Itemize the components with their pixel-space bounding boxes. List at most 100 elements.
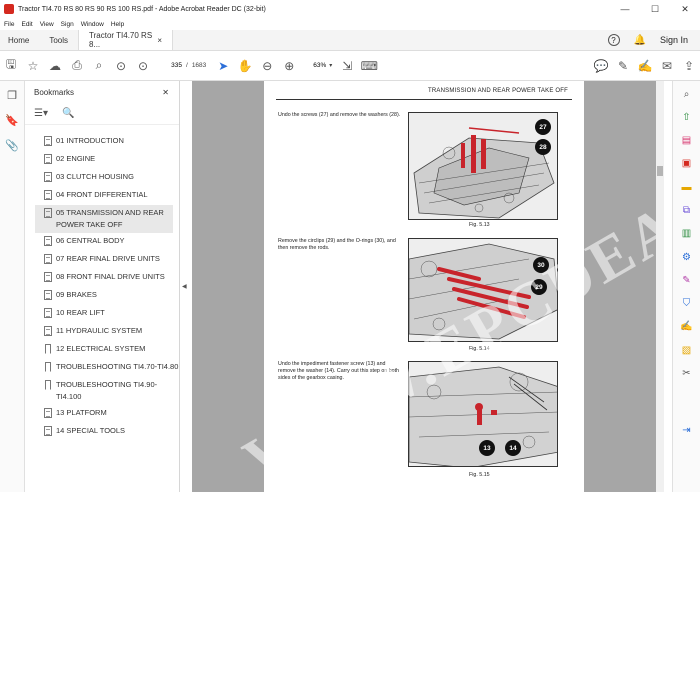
document-viewport[interactable]: TRANSMISSION AND REAR POWER TAKE OFF Und… [192,81,656,492]
comment-tool-icon[interactable]: ▬ [680,180,694,194]
scan-ocr-icon[interactable]: ⚙ [680,250,694,264]
right-tools-rail: ⌕ ⇧ ▤ ▣ ▬ ⧉ ▥ ⚙ ✎ ⛉ ✍ ▧ ✂ ⇥ [672,81,700,492]
bookmark-item[interactable]: 10 REAR LIFT [25,305,179,323]
bookmark-item[interactable]: 03 CLUTCH HOUSING [25,169,179,187]
tab-document[interactable]: Tractor TI4.70 RS 8... × [78,30,174,50]
close-window-button[interactable]: ✕ [670,4,700,15]
save-icon[interactable]: 🖫 [0,51,22,81]
fit-page-icon[interactable]: ⇲ [336,51,358,81]
find-bookmark-icon[interactable]: 🔍 [62,108,74,119]
zoom-out-icon[interactable]: ⊖ [256,51,278,81]
figure-caption: Fig. 5.15 [469,472,490,478]
keyboard-icon[interactable]: ⌨ [358,51,380,81]
bookmark-icon [44,380,52,390]
pen-icon[interactable]: ✎ [612,51,634,81]
page-separator: / [186,62,188,69]
create-pdf-icon[interactable]: ▣ [680,157,694,171]
bookmark-item[interactable]: 01 INTRODUCTION [25,133,179,151]
bookmark-item[interactable]: 09 BRAKES [25,287,179,305]
sign-in-link[interactable]: Sign In [660,35,688,45]
bookmark-item[interactable]: TROUBLESHOOTING TI4.70-TI4.80 [25,359,179,377]
bookmark-item[interactable]: TROUBLESHOOTING TI4.90-TI4.100 [25,377,179,405]
comment-icon[interactable]: 💬 [590,51,612,81]
share-icon[interactable]: ⇪ [678,51,700,81]
bookmark-label: TROUBLESHOOTING TI4.70-TI4.80 [56,362,179,371]
tab-tools[interactable]: Tools [39,30,78,50]
bookmark-label: 01 INTRODUCTION [56,136,124,145]
bookmark-item[interactable]: 13 PLATFORM [25,405,179,423]
bookmark-page-icon [44,326,52,336]
bookmark-label: TROUBLESHOOTING TI4.90-TI4.100 [56,380,158,401]
sign-icon[interactable]: ✍ [634,51,656,81]
expand-panel-icon[interactable]: ⇥ [680,424,694,438]
vertical-scrollbar[interactable] [656,81,664,492]
bookmark-item[interactable]: 02 ENGINE [25,151,179,169]
combine-files-icon[interactable]: ⧉ [680,203,694,217]
more-tools-icon[interactable]: ✂ [680,367,694,381]
bookmark-item[interactable]: 07 REAR FINAL DRIVE UNITS [25,251,179,269]
select-cursor-icon[interactable]: ➤ [212,51,234,81]
bookmarks-close-button[interactable]: ✕ [162,88,169,97]
fill-sign-icon[interactable]: ✎ [680,273,694,287]
bookmark-item[interactable]: 04 FRONT DIFFERENTIAL [25,187,179,205]
callout-badge: 27 [535,119,551,135]
bookmark-item[interactable]: 08 FRONT FINAL DRIVE UNITS [25,269,179,287]
bookmark-page-icon [44,290,52,300]
bookmark-item[interactable]: 11 HYDRAULIC SYSTEM [25,323,179,341]
tab-home[interactable]: Home [0,30,39,50]
menu-help[interactable]: Help [111,21,124,28]
zoom-selector[interactable]: ▾ [304,59,332,72]
zoom-dropdown-icon[interactable]: ▾ [329,62,332,69]
menu-window[interactable]: Window [81,21,104,28]
next-page-icon[interactable]: ⊙ [132,51,154,81]
page-thumbnails-icon[interactable]: ❐ [7,89,17,102]
bookmark-item[interactable]: 06 CENTRAL BODY [25,233,179,251]
zoom-level-input[interactable] [304,59,327,72]
menu-sign[interactable]: Sign [61,21,74,28]
bookmark-star-icon[interactable]: ☆ [22,51,44,81]
attachments-icon[interactable]: 📎 [5,139,19,152]
print-icon[interactable]: ⎙ [66,51,88,81]
mail-icon[interactable]: ✉ [656,51,678,81]
left-navigation-rail: ❐ 🔖 📎 [0,81,25,492]
menu-edit[interactable]: Edit [21,21,32,28]
tab-close-button[interactable]: × [157,36,162,45]
bookmark-label: 06 CENTRAL BODY [56,236,125,245]
bookmark-label: 12 ELECTRICAL SYSTEM [56,344,146,353]
scrollbar-thumb[interactable] [657,166,663,176]
collapse-panel-icon[interactable]: ◀ [182,283,190,290]
hand-tool-icon[interactable]: ✋ [234,51,256,81]
request-signature-icon[interactable]: ✍ [680,320,694,334]
search-icon[interactable]: ⌕ [88,51,110,81]
minimize-button[interactable]: — [610,4,640,14]
bookmark-label: 13 PLATFORM [56,408,107,417]
menu-view[interactable]: View [40,21,54,28]
menu-bar: File Edit View Sign Window Help [0,18,700,30]
bookmark-item[interactable]: 12 ELECTRICAL SYSTEM [25,341,179,359]
bookmarks-panel-icon[interactable]: 🔖 [5,114,19,127]
cloud-upload-icon[interactable]: ☁ [44,51,66,81]
help-icon[interactable]: ? [607,34,620,46]
menu-file[interactable]: File [4,21,14,28]
notifications-icon[interactable]: 🔔 [634,35,646,46]
organize-pages-icon[interactable]: ▥ [680,227,694,241]
zoom-search-icon[interactable]: ⌕ [680,87,694,101]
edit-pdf-icon[interactable]: ▤ [680,134,694,148]
page-number-input[interactable] [160,59,182,72]
bookmark-label: 03 CLUTCH HOUSING [56,172,134,181]
protect-icon[interactable]: ⛉ [680,297,694,311]
previous-page-icon[interactable]: ⊙ [110,51,132,81]
send-review-icon[interactable]: ▧ [680,343,694,357]
bookmark-page-icon [44,426,52,436]
bookmark-page-icon [44,136,52,146]
zoom-in-icon[interactable]: ⊕ [278,51,300,81]
callout-badge: 29 [531,279,547,295]
bookmark-item[interactable]: 05 TRANSMISSION AND REAR POWER TAKE OFF [35,205,173,233]
bookmark-item[interactable]: 14 SPECIAL TOOLS [25,423,179,441]
maximize-button[interactable]: ☐ [640,4,670,15]
bookmark-label: 14 SPECIAL TOOLS [56,426,126,435]
export-pdf-icon[interactable]: ⇧ [680,110,694,124]
step-text: Remove the circlips (29) and the O-rings… [278,238,396,251]
main-toolbar: 🖫 ☆ ☁ ⎙ ⌕ ⊙ ⊙ / 1683 ➤ ✋ ⊖ ⊕ ▾ ⇲ ⌨ 💬 ✎ ✍… [0,51,700,81]
bookmark-options-icon[interactable]: ☰▾ [34,108,48,119]
